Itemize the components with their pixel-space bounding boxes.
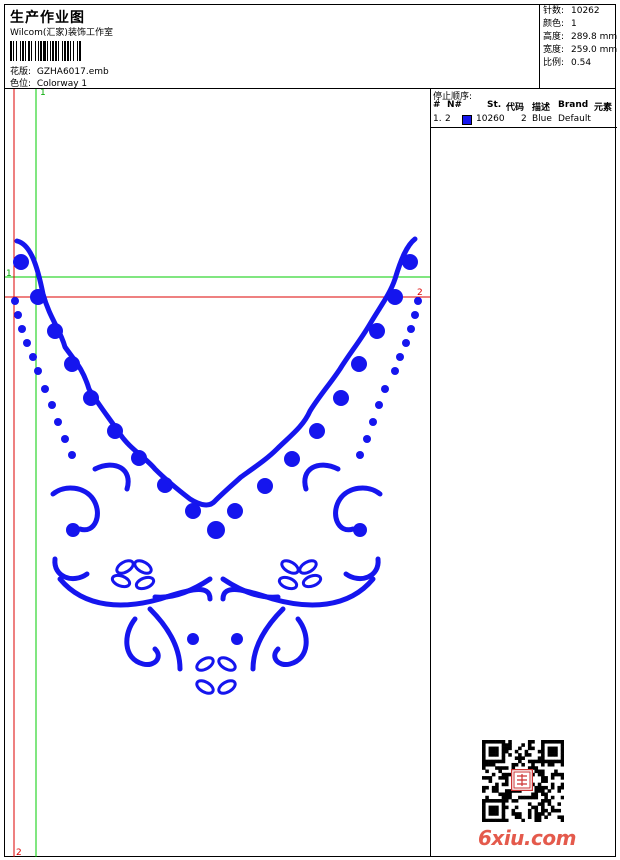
design-stats: 针数: 10262 颜色: 1 高度: 289.8 mm 宽度: 259.0 mm 比例… <box>539 4 618 89</box>
col-header: 代码 <box>506 103 525 113</box>
stat-width: 宽度: 259.0 mm <box>543 45 618 55</box>
col-header: # <box>433 100 441 110</box>
stitch-count: 10260 <box>476 114 505 124</box>
stat-stitches: 针数: 10262 <box>543 6 600 16</box>
row-number: 1. <box>433 114 442 124</box>
red-seal-stamp <box>511 769 533 791</box>
colorway-row: 色位: Colorway 1 <box>10 76 87 89</box>
divider <box>431 127 617 128</box>
header: 生产作业图 Wilcom(汇家)装饰工作室 花版: GZHA6017.emb 色… <box>4 4 616 89</box>
table-row: 1. 2 10260 2 Blue Default <box>431 114 617 126</box>
stat-scale: 比例: 0.54 <box>543 58 592 68</box>
watermark-logo: 6xiu.com <box>478 826 576 850</box>
col-header: N# <box>447 100 463 110</box>
embroidery-stars <box>11 297 422 459</box>
col-header: Brand <box>558 100 589 110</box>
embroidery-small-flowers <box>66 523 367 645</box>
thread-brand: Default <box>558 114 591 124</box>
col-header: 元素 <box>594 103 613 113</box>
col-header: 描述 <box>532 103 551 113</box>
thread-description: Blue <box>532 114 552 124</box>
needle-number: 2 <box>445 114 451 124</box>
guide-label: 1 <box>40 89 46 98</box>
guide-label: 1 <box>6 269 12 279</box>
embroidery-flowers <box>110 559 323 695</box>
thread-color-swatch <box>462 115 472 125</box>
col-header: St. <box>487 100 502 110</box>
page-title: 生产作业图 <box>10 10 85 26</box>
stop-sequence-header: # N# St. 代码 描述 Brand 元素 <box>431 100 617 113</box>
guide-label: 2 <box>417 288 423 298</box>
embroidery-motif <box>14 236 418 672</box>
stat-colors: 颜色: 1 <box>543 19 577 29</box>
thread-code: 2 <box>521 114 527 124</box>
guide-label: 2 <box>16 848 22 857</box>
company-name: Wilcom(汇家)装饰工作室 <box>10 28 113 38</box>
colorway-label: 色位: <box>10 79 32 89</box>
colorway-value: Colorway 1 <box>36 79 88 89</box>
embroidery-design-canvas: 1 1 2 2 <box>5 89 430 857</box>
barcode <box>10 41 81 61</box>
stat-height: 高度: 289.8 mm <box>543 32 618 42</box>
